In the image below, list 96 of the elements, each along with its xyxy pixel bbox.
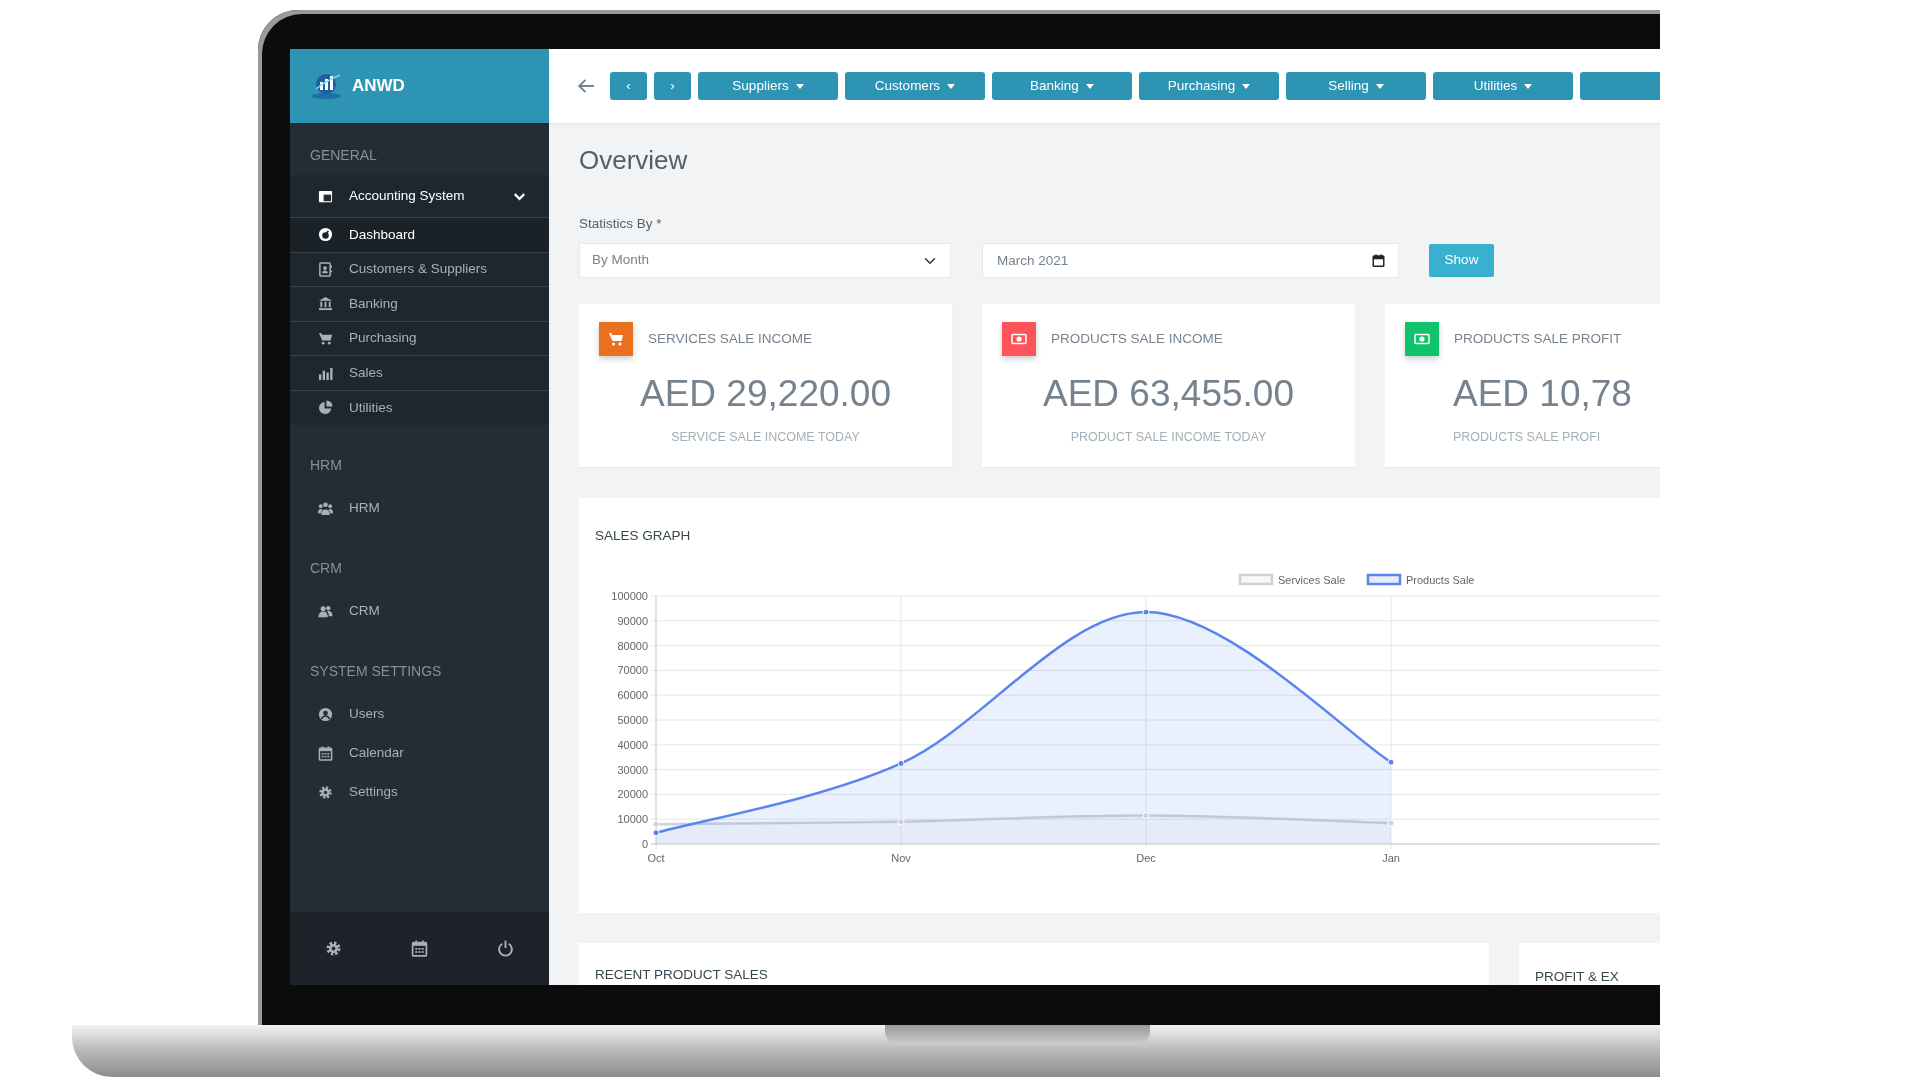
power-icon — [497, 940, 515, 957]
sidebar-item[interactable]: Sales — [290, 355, 549, 390]
user-icon — [318, 706, 333, 722]
settings-button[interactable] — [324, 940, 342, 957]
menu-dropdown-button[interactable]: Utilities — [1433, 72, 1573, 100]
nav-arrow-button[interactable]: › — [654, 72, 691, 100]
settings-icon — [318, 784, 333, 800]
data-point — [897, 818, 905, 826]
panel-title: PROFIT & EX — [1535, 968, 1620, 985]
settings-icon — [324, 940, 342, 957]
power-button[interactable] — [497, 940, 515, 957]
users-icon — [318, 500, 333, 516]
y-tick-label: 60000 — [617, 689, 648, 702]
caret-icon — [1375, 83, 1384, 89]
page-title: Overview — [579, 144, 689, 177]
period-select[interactable]: By Month — [579, 243, 951, 278]
menu-dropdown-button[interactable]: Banking — [992, 72, 1132, 100]
legend-swatch — [1238, 574, 1274, 586]
menu-dropdown-button[interactable]: Purchasing — [1139, 72, 1279, 100]
nav-arrow-button[interactable]: ‹ — [610, 72, 647, 100]
y-tick-label: 20000 — [617, 788, 648, 801]
sidebar-item[interactable]: Banking — [290, 286, 549, 321]
x-tick-label: Dec — [1136, 852, 1156, 865]
card-caption: PRODUCTS SALE PROFI — [1452, 429, 1602, 446]
legend-label: Services Sale — [1278, 574, 1346, 587]
x-tick-label: Oct — [647, 852, 665, 865]
back-arrow-icon — [577, 77, 595, 95]
legend-swatch — [1366, 574, 1402, 586]
sidebar-item[interactable]: Utilities — [290, 389, 549, 425]
panel-title: RECENT PRODUCT SALES — [595, 966, 769, 984]
sidebar-item[interactable]: Users — [290, 694, 549, 734]
cart-icon — [608, 331, 624, 347]
field-label: Statistics By * — [579, 215, 663, 233]
y-tick-label: 100000 — [611, 590, 648, 603]
contact-card-icon — [318, 261, 333, 277]
card-title: PRODUCTS SALE PROFIT — [1454, 329, 1622, 348]
sidebar-item[interactable]: Settings — [290, 772, 549, 812]
section-heading: SYSTEM SETTINGS — [309, 661, 443, 681]
users-icon — [318, 603, 333, 619]
chart-title: SALES GRAPH — [595, 527, 692, 545]
caret-icon — [795, 83, 804, 89]
section-heading: GENERAL — [309, 146, 378, 165]
bank-icon — [318, 296, 333, 312]
card-value: AED 10,78 — [1452, 372, 1633, 416]
gauge-icon — [318, 227, 333, 243]
date-field[interactable]: March 2021 — [982, 243, 1399, 278]
calendar-icon — [318, 745, 333, 761]
sidebar-item[interactable]: HRM — [290, 488, 549, 528]
card-title: SERVICES SALE INCOME — [648, 329, 813, 348]
section-heading: HRM — [309, 455, 343, 475]
data-point — [1142, 608, 1150, 616]
y-tick-label: 50000 — [617, 714, 648, 727]
cart-icon — [318, 331, 333, 347]
x-tick-label: Jan — [1382, 852, 1400, 865]
card-caption: PRODUCT SALE INCOME TODAY — [1069, 429, 1268, 446]
y-tick-label: 30000 — [617, 763, 648, 776]
sidebar-item[interactable]: Dashboard — [290, 217, 549, 252]
card-value: AED 63,455.00 — [1042, 372, 1295, 416]
menu-dropdown-button[interactable]: Customers — [845, 72, 985, 100]
calendar-button[interactable] — [411, 940, 428, 957]
sidebar-item[interactable]: Purchasing — [290, 320, 549, 356]
data-point — [1142, 812, 1150, 820]
calendar-icon — [411, 940, 428, 957]
brand-name: ANWD — [352, 75, 405, 98]
bar-chart-icon — [318, 365, 333, 381]
y-tick-label: 10000 — [617, 813, 648, 826]
x-tick-label: Nov — [891, 852, 911, 865]
card-caption: SERVICE SALE INCOME TODAY — [670, 429, 861, 446]
caret-icon — [1242, 83, 1251, 89]
sidebar-item[interactable]: Accounting System — [290, 175, 549, 217]
section-heading: CRM — [309, 558, 343, 578]
sidebar-item[interactable]: Customers & Suppliers — [290, 251, 549, 287]
menu-dropdown-button[interactable]: Suppliers — [698, 72, 838, 100]
menu-dropdown-button[interactable]: Selling — [1286, 72, 1426, 100]
sidebar-item[interactable]: CRM — [290, 591, 549, 631]
data-point — [897, 760, 905, 768]
y-tick-label: 0 — [641, 838, 648, 851]
sidebar-item[interactable]: Calendar — [290, 733, 549, 773]
caret-icon — [1524, 83, 1533, 89]
banknote-icon — [1414, 331, 1430, 347]
data-point — [1387, 758, 1395, 766]
data-point — [1387, 819, 1395, 827]
banknote-icon — [1011, 331, 1027, 347]
caret-icon — [1085, 83, 1094, 89]
logo-icon — [310, 71, 344, 101]
table-icon — [318, 188, 333, 204]
y-tick-label: 90000 — [617, 615, 648, 628]
caret-icon — [947, 83, 956, 89]
y-tick-label: 70000 — [617, 664, 648, 677]
pie-chart-icon — [318, 400, 333, 416]
calendar-icon — [1372, 254, 1385, 267]
card-value: AED 29,220.00 — [639, 372, 892, 416]
card-title: PRODUCTS SALE INCOME — [1051, 329, 1223, 348]
y-tick-label: 80000 — [617, 639, 648, 652]
y-tick-label: 40000 — [617, 739, 648, 752]
legend-label: Products Sale — [1406, 574, 1475, 587]
